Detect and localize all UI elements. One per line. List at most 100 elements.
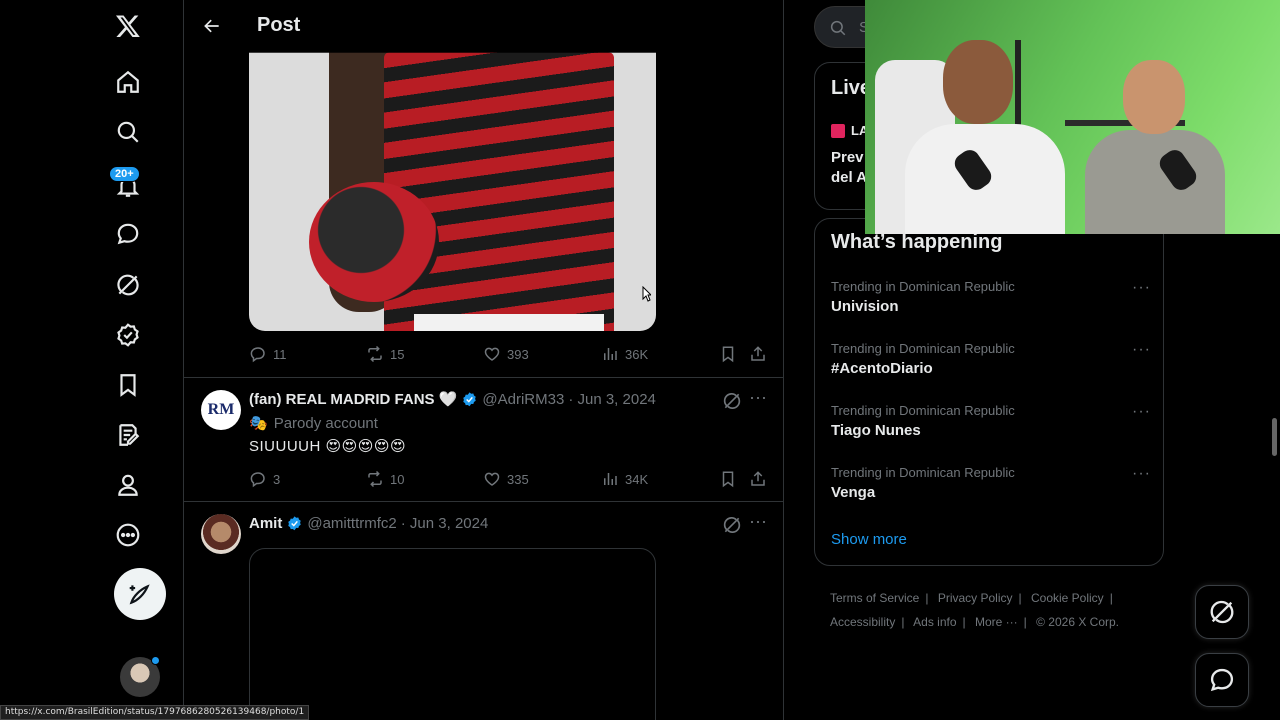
- more-dots-icon[interactable]: ···: [748, 512, 768, 534]
- streamer-left: [905, 40, 1065, 234]
- tweet-header: Amit @amitttrmfc2 · Jun 3, 2024: [249, 515, 488, 532]
- post-date[interactable]: · Jun 3, 2024: [401, 515, 489, 532]
- verified-orgs-icon[interactable]: [104, 311, 152, 359]
- view-count: 34K: [625, 471, 649, 487]
- back-arrow-icon[interactable]: [198, 12, 226, 40]
- grok-icon[interactable]: [722, 391, 742, 411]
- more-dots-icon[interactable]: ···: [1132, 403, 1151, 421]
- author-name[interactable]: (fan) REAL MADRID FANS 🤍: [249, 390, 457, 408]
- like-button[interactable]: 335: [483, 470, 529, 488]
- tweet-avatar[interactable]: RM: [201, 390, 241, 430]
- more-link[interactable]: More ···: [975, 615, 1018, 629]
- copyright: © 2026 X Corp.: [1036, 615, 1120, 629]
- post-actions: 3 10 335 34K: [249, 470, 769, 490]
- webcam-overlay: [865, 0, 1280, 234]
- tweet-avatar[interactable]: [201, 514, 241, 554]
- post-actions: 11 15 393 36K: [249, 345, 769, 365]
- privacy-link[interactable]: Privacy Policy: [938, 591, 1013, 605]
- post-date[interactable]: · Jun 3, 2024: [568, 391, 656, 408]
- more-dots-icon[interactable]: ···: [1132, 341, 1151, 359]
- scrollbar-thumb[interactable]: [1272, 418, 1277, 456]
- account-status-dot: [151, 656, 160, 665]
- bookmark-icon: [722, 471, 734, 488]
- view-count: 36K: [625, 346, 649, 362]
- x-logo-icon[interactable]: [104, 2, 152, 50]
- bookmark-button[interactable]: [719, 345, 737, 363]
- notifications-badge: 20+: [109, 166, 140, 182]
- whats-happening-panel: What’s happening Trending in Dominican R…: [814, 218, 1164, 566]
- grok-icon[interactable]: [104, 261, 152, 309]
- accessibility-link[interactable]: Accessibility: [830, 615, 895, 629]
- views-button[interactable]: 36K: [601, 345, 648, 363]
- reply-count: 11: [273, 346, 287, 362]
- like-count: 335: [507, 471, 529, 487]
- author-name[interactable]: Amit: [249, 515, 282, 532]
- repost-button[interactable]: 15: [366, 345, 404, 363]
- reply-count: 3: [273, 471, 281, 487]
- page-title: Post: [257, 14, 301, 36]
- post-image[interactable]: [249, 52, 656, 331]
- more-options-icon[interactable]: [104, 511, 152, 559]
- trend-item[interactable]: Trending in Dominican Republic #AcentoDi…: [831, 341, 1151, 377]
- divider: [184, 377, 783, 378]
- more-dots-icon[interactable]: ···: [748, 388, 768, 410]
- repost-button[interactable]: 10: [366, 470, 404, 488]
- tweet-header: (fan) REAL MADRID FANS 🤍 @AdriRM33 · Jun…: [249, 390, 656, 409]
- search-icon: [830, 20, 846, 36]
- trend-item[interactable]: Trending in Dominican Republic Tiago Nun…: [831, 403, 1151, 439]
- tweet-text: SIUUUUH 😍😍😍😍😍: [249, 438, 407, 455]
- compose-post-button[interactable]: [114, 568, 166, 620]
- footer-links: Terms of Service | Privacy Policy | Cookie…: [830, 591, 1120, 629]
- post-media[interactable]: [249, 548, 656, 720]
- show-more-link[interactable]: Show more: [831, 531, 907, 548]
- share-icon: [751, 346, 765, 361]
- reply-icon: [250, 472, 265, 488]
- left-nav: 20+: [0, 0, 184, 720]
- home-icon[interactable]: [104, 58, 152, 106]
- bookmarks-icon[interactable]: [104, 361, 152, 409]
- reply-button[interactable]: 3: [249, 470, 280, 488]
- trend-item[interactable]: Trending in Dominican Republic Univision…: [831, 279, 1151, 315]
- views-chart-icon: [604, 348, 617, 360]
- like-count: 393: [507, 346, 529, 362]
- terms-link[interactable]: Terms of Service: [830, 591, 919, 605]
- repost-icon: [368, 470, 382, 488]
- reply-button[interactable]: 11: [249, 345, 287, 363]
- football: [309, 182, 439, 302]
- grok-icon: [1210, 600, 1234, 624]
- share-button[interactable]: [749, 345, 767, 363]
- parody-label: 🎭 Parody account: [249, 414, 378, 433]
- repost-count: 10: [390, 471, 405, 487]
- ads-info-link[interactable]: Ads info: [913, 615, 956, 629]
- more-dots-icon[interactable]: ···: [1132, 279, 1151, 297]
- cookie-link[interactable]: Cookie Policy: [1031, 591, 1104, 605]
- views-button[interactable]: 34K: [601, 470, 648, 488]
- heart-icon: [484, 472, 500, 486]
- search-icon[interactable]: [104, 108, 152, 156]
- app-root: 20+ Post 11 15 393 36K RM (fan) REAL MAD…: [0, 0, 1280, 720]
- repost-count: 15: [390, 346, 405, 362]
- mouse-cursor-icon: [642, 286, 651, 302]
- messages-float-button[interactable]: [1195, 653, 1249, 707]
- articles-icon[interactable]: [104, 411, 152, 459]
- heart-icon: [484, 347, 500, 361]
- grok-float-button[interactable]: [1195, 585, 1249, 639]
- share-icon: [751, 471, 765, 486]
- author-handle[interactable]: @AdriRM33: [482, 391, 564, 408]
- reply-icon: [250, 347, 265, 363]
- bookmark-button[interactable]: [719, 470, 737, 488]
- bookmark-icon: [722, 346, 734, 363]
- verified-badge-icon: [463, 391, 477, 406]
- streamer-right: [1085, 60, 1225, 234]
- messages-icon[interactable]: [104, 210, 152, 258]
- jersey-photo: [289, 52, 614, 331]
- more-dots-icon[interactable]: ···: [1132, 465, 1151, 483]
- share-button[interactable]: [749, 470, 767, 488]
- profile-icon[interactable]: [104, 461, 152, 509]
- like-button[interactable]: 393: [483, 345, 529, 363]
- main-column: Post 11 15 393 36K RM (fan) REAL MADRID …: [184, 0, 784, 720]
- trend-item[interactable]: Trending in Dominican Republic Venga ···: [831, 465, 1151, 501]
- status-bar-url: https://x.com/BrasilEdition/status/17976…: [0, 705, 310, 720]
- grok-icon[interactable]: [722, 515, 742, 535]
- author-handle[interactable]: @amitttrmfc2: [307, 515, 396, 532]
